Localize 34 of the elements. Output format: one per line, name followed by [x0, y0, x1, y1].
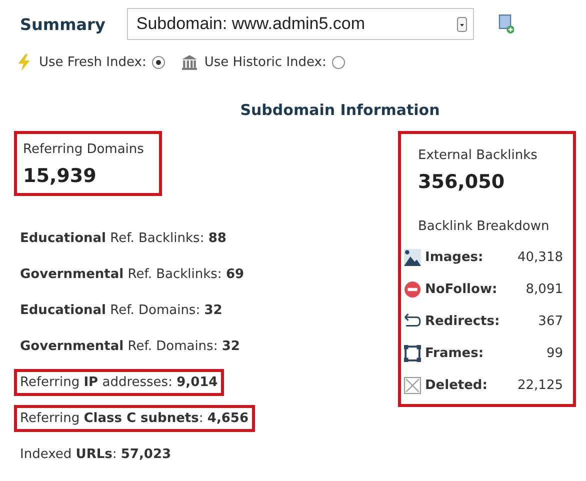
- index-option-label: Use Historic Index:: [204, 55, 326, 70]
- breakdown-label: Deleted:: [425, 378, 488, 393]
- add-document-icon[interactable]: [496, 14, 514, 34]
- card-label: Referring Domains: [23, 142, 145, 157]
- breakdown-value: 367: [538, 314, 563, 329]
- frame-icon: [404, 345, 421, 362]
- breakdown-label: Images:: [425, 250, 484, 265]
- crossed-box-icon: [404, 377, 421, 394]
- dropdown-caret-icon: [457, 16, 468, 32]
- breakdown-value: 8,091: [526, 282, 563, 297]
- breakdown-label: Redirects:: [425, 314, 501, 329]
- summary-title: Summary: [19, 14, 106, 34]
- index-option-label: Use Fresh Index:: [39, 55, 146, 70]
- stat-line: Educational Ref. Backlinks: 88: [19, 230, 228, 248]
- stat-line: Governmental Ref. Backlinks: 69: [19, 266, 246, 284]
- panel-label: External Backlinks: [418, 148, 538, 163]
- breakdown-label: Frames:: [425, 346, 485, 361]
- card-value: 15,939: [23, 165, 98, 187]
- breakdown-value: 99: [546, 346, 563, 361]
- breakdown-value: 40,318: [518, 250, 563, 265]
- panel-value: 356,050: [418, 171, 506, 193]
- section-heading: Subdomain Information: [239, 101, 441, 119]
- building-icon: [181, 54, 198, 71]
- no-entry-icon: [404, 281, 421, 298]
- radio-button[interactable]: [332, 56, 346, 69]
- stat-line: Governmental Ref. Domains: 32: [19, 338, 241, 356]
- image-icon: [404, 249, 421, 266]
- stat-line: Educational Ref. Domains: 32: [19, 302, 224, 320]
- stat-line: Indexed URLs: 57,023: [19, 446, 172, 464]
- subdomain-select[interactable]: Subdomain: www.admin5.com: [127, 8, 474, 40]
- radio-button[interactable]: [152, 56, 166, 69]
- breakdown-title: Backlink Breakdown: [418, 219, 550, 234]
- breakdown-label: NoFollow:: [425, 282, 498, 297]
- breakdown-value: 22,125: [518, 378, 563, 393]
